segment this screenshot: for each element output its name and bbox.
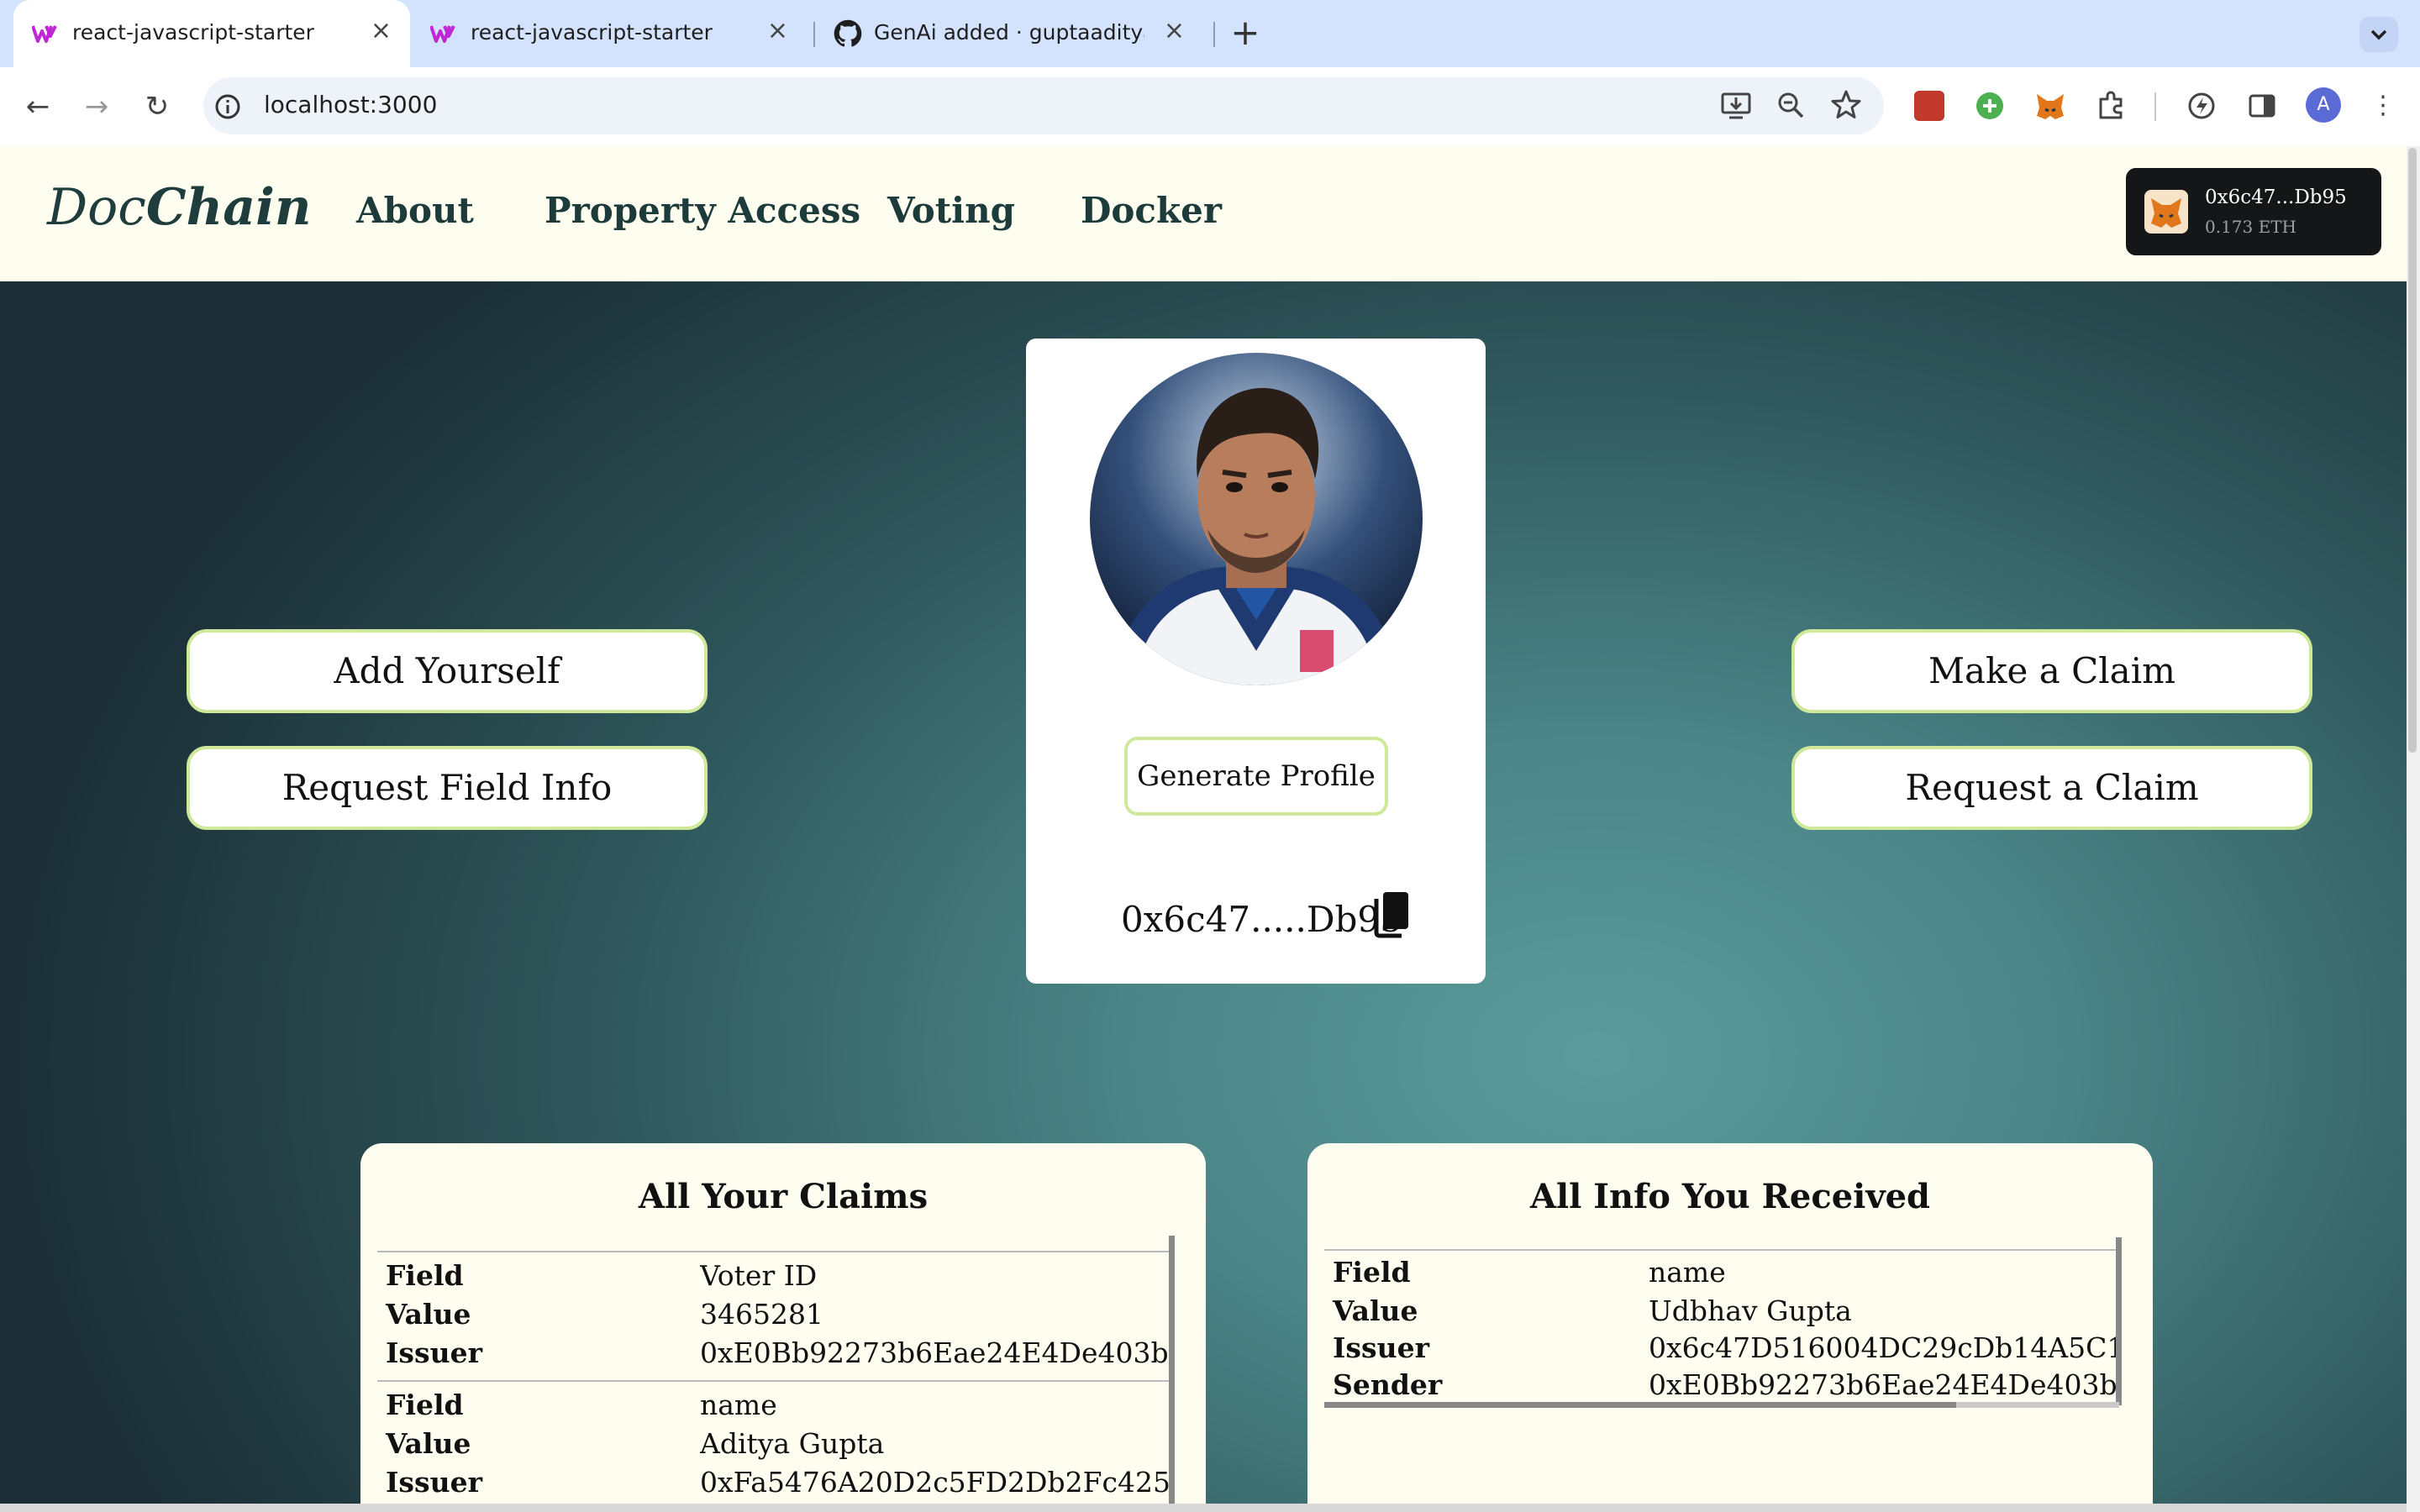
- claims-panel-title: All Your Claims: [638, 1177, 929, 1216]
- performance-icon[interactable]: [2185, 89, 2218, 123]
- info-field-value: name: [1649, 1256, 1726, 1289]
- divider: [377, 1251, 1172, 1252]
- browser-tab[interactable]: GenAi added · guptaaditya30 ×: [815, 0, 1203, 67]
- wallet-address: 0x6c47...Db95: [2205, 186, 2347, 208]
- brand-light-text: Doc: [47, 178, 146, 237]
- info-sender-value: 0xE0Bb92273b6Eae24E4De403b2c684A: [1649, 1368, 2116, 1401]
- info-issuer-value: 0x6c47D516004DC29cDb14A5C14D57: [1649, 1331, 2116, 1364]
- claim-issuer-label: Issuer: [386, 1466, 482, 1499]
- info-panel-title: All Info You Received: [1529, 1177, 1931, 1216]
- tab-close-icon[interactable]: ×: [1164, 18, 1185, 44]
- new-tab-plus-icon[interactable]: +: [1228, 13, 1262, 52]
- info-issuer-label: Issuer: [1333, 1331, 1429, 1364]
- back-arrow-icon[interactable]: ←: [17, 86, 59, 128]
- claims-panel: All Your Claims Field Voter ID Value 346…: [360, 1143, 1206, 1512]
- claim-field-label: Field: [386, 1389, 464, 1421]
- tab-title: react-javascript-starter: [72, 20, 314, 45]
- tab-separator: [1213, 22, 1215, 47]
- side-panel-icon[interactable]: [2245, 89, 2279, 123]
- request-field-info-button[interactable]: Request Field Info: [187, 746, 708, 830]
- claim-value-value: Aditya Gupta: [700, 1427, 885, 1460]
- site-info-icon[interactable]: [213, 92, 242, 121]
- info-horizontal-scrollbar-thumb[interactable]: [1324, 1402, 1956, 1408]
- tab-close-icon[interactable]: ×: [371, 18, 392, 44]
- extensions-puzzle-icon[interactable]: [2094, 89, 2128, 123]
- reload-icon[interactable]: ↻: [136, 86, 178, 128]
- claim-value-label: Value: [386, 1427, 471, 1460]
- toolbar-divider: [2154, 92, 2156, 121]
- divider: [1324, 1249, 2119, 1251]
- claim-field-label: Field: [386, 1259, 464, 1292]
- page-scrollbar-thumb[interactable]: [2408, 148, 2417, 753]
- claim-issuer-value: 0xE0Bb92273b6Eae24E4De403b2c684A: [700, 1336, 1171, 1369]
- claims-scrollbar[interactable]: [1169, 1236, 1175, 1512]
- tab-title: GenAi added · guptaaditya30: [874, 20, 1144, 45]
- profile-address: 0x6c47.....Db95: [1121, 899, 1402, 940]
- claim-issuer-label: Issuer: [386, 1336, 482, 1369]
- brand-bold-text: Chain: [145, 178, 312, 237]
- claim-field-value: name: [700, 1389, 777, 1421]
- nav-about[interactable]: About: [356, 190, 474, 231]
- generate-profile-button[interactable]: Generate Profile: [1124, 737, 1388, 816]
- claim-field-value: Voter ID: [700, 1259, 818, 1292]
- brand-logo[interactable]: DocChain: [47, 178, 312, 237]
- webflow-icon: [32, 25, 57, 43]
- info-sender-label: Sender: [1333, 1368, 1443, 1401]
- horizontal-page-scrollbar[interactable]: [0, 1504, 2407, 1512]
- tab-title: react-javascript-starter: [471, 20, 713, 45]
- forward-arrow-icon[interactable]: →: [76, 86, 118, 128]
- url-text[interactable]: localhost:3000: [264, 91, 437, 118]
- nav-property-access[interactable]: Property Access: [544, 190, 860, 231]
- extension-plus-icon[interactable]: [1975, 91, 2005, 121]
- github-icon: [834, 19, 862, 47]
- browser-tab-active[interactable]: react-javascript-starter ×: [13, 0, 410, 67]
- install-app-icon[interactable]: [1719, 89, 1754, 123]
- add-yourself-button[interactable]: Add Yourself: [187, 629, 708, 713]
- profile-avatar-image: [1090, 353, 1423, 685]
- nav-voting[interactable]: Voting: [887, 190, 1015, 231]
- claim-value-value: 3465281: [700, 1298, 823, 1331]
- divider: [377, 1380, 1172, 1382]
- info-value-label: Value: [1333, 1294, 1418, 1327]
- request-claim-button[interactable]: Request a Claim: [1791, 746, 2312, 830]
- nav-docker[interactable]: Docker: [1081, 190, 1222, 231]
- claim-value-label: Value: [386, 1298, 471, 1331]
- info-panel: All Info You Received Field name Value U…: [1307, 1143, 2153, 1512]
- info-value-value: Udbhav Gupta: [1649, 1294, 1852, 1327]
- extension-red-icon[interactable]: [1914, 91, 1944, 121]
- tab-close-icon[interactable]: ×: [767, 18, 788, 44]
- menu-kebab-icon[interactable]: ⋮: [2366, 89, 2400, 123]
- profile-avatar[interactable]: A: [2306, 87, 2341, 123]
- bookmark-star-icon[interactable]: [1828, 87, 1864, 123]
- browser-tab[interactable]: react-javascript-starter ×: [412, 0, 807, 67]
- metamask-fox-icon: [2144, 190, 2188, 234]
- chevron-down-icon: [2370, 29, 2387, 40]
- info-field-label: Field: [1333, 1256, 1411, 1289]
- metamask-extension-icon[interactable]: [2033, 89, 2067, 123]
- tab-search-button[interactable]: [2360, 17, 2398, 52]
- make-claim-button[interactable]: Make a Claim: [1791, 629, 2312, 713]
- wallet-balance: 0.173 ETH: [2205, 217, 2296, 237]
- info-vertical-scrollbar[interactable]: [2116, 1237, 2122, 1405]
- copy-icon[interactable]: [1371, 890, 1412, 939]
- claim-issuer-value: 0xFa5476A20D2c5FD2Db2Fc4253c6B3: [700, 1466, 1171, 1499]
- address-bar[interactable]: [203, 77, 1884, 134]
- webflow-icon: [430, 25, 455, 43]
- zoom-icon[interactable]: [1775, 89, 1808, 123]
